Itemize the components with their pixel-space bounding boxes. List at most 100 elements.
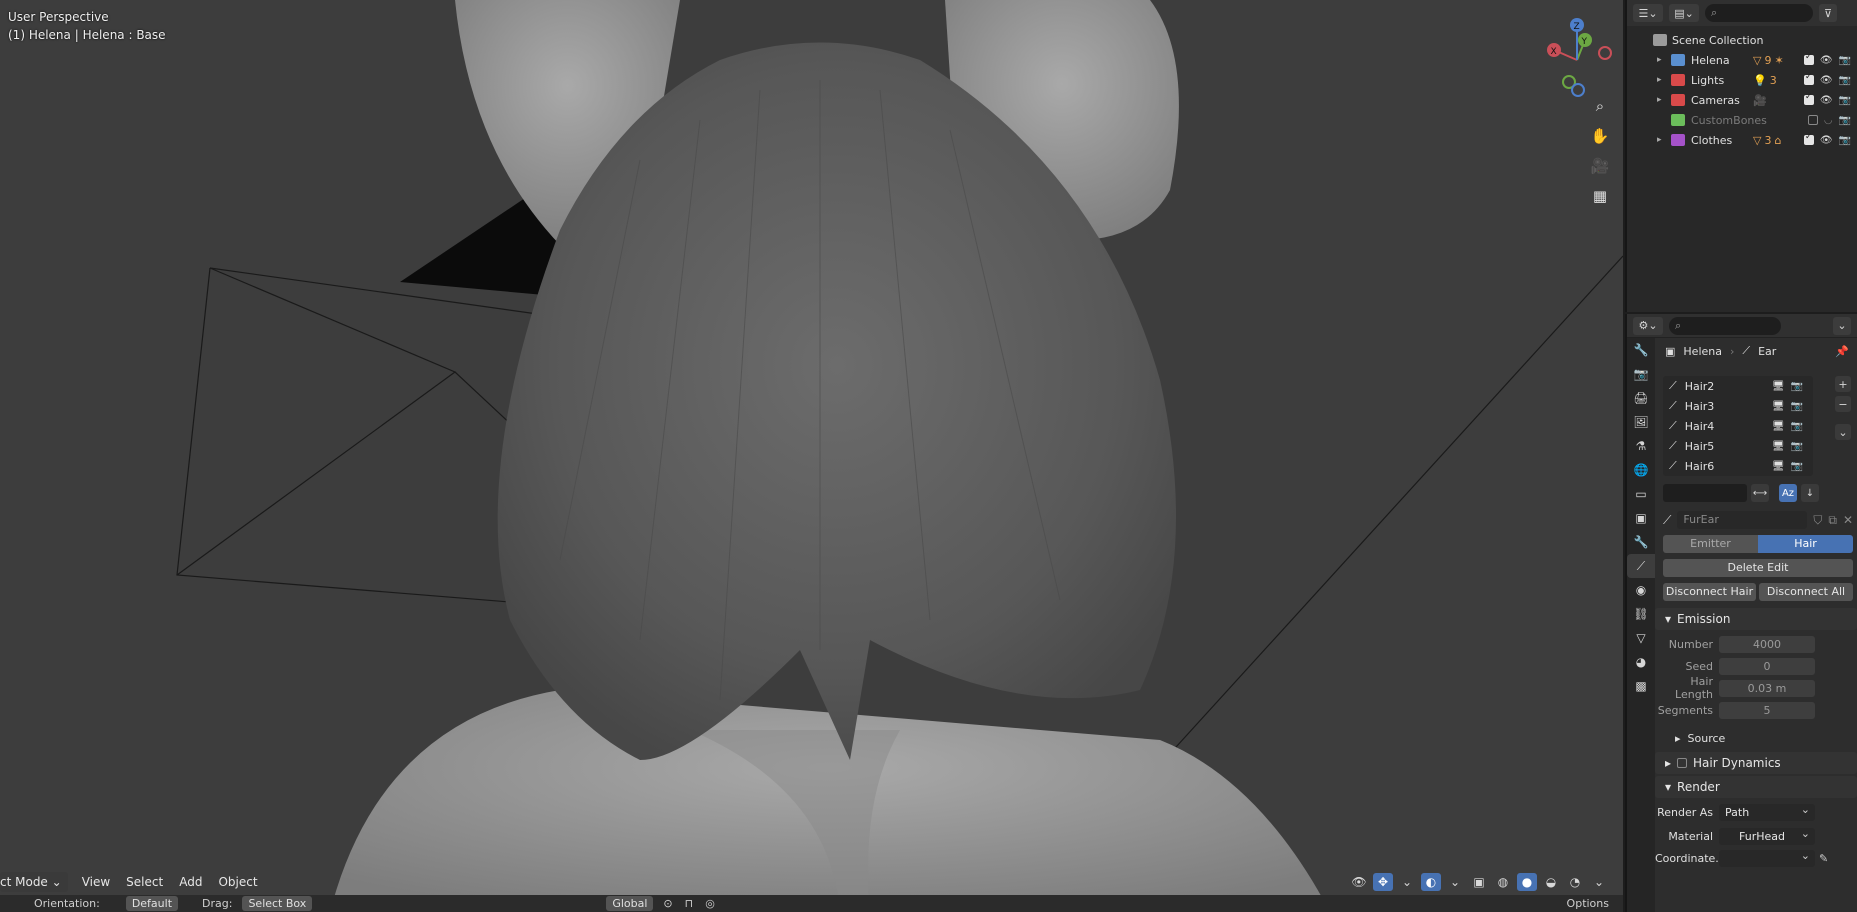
editor-type-dropdown[interactable]: ⚙⌄ xyxy=(1633,316,1663,335)
exclude-checkbox[interactable] xyxy=(1807,115,1818,125)
ortho-grid-icon[interactable]: ▦ xyxy=(1586,182,1614,210)
render-as-dropdown[interactable]: Path xyxy=(1719,801,1815,821)
menu-select[interactable]: Select xyxy=(118,872,171,892)
particle-systems-list[interactable]: ⟋ Hair2 🖥 📷 ⟋ Hair3 🖥 📷 ⟋ Hair4 🖥 📷 ⟋ Hair5 🖥 📷 ⟋ Hai… xyxy=(1663,376,1813,476)
world-tab-icon[interactable]: 🌐 xyxy=(1627,458,1655,482)
view-layer-tab-icon[interactable]: 🖼 xyxy=(1627,410,1655,434)
duplicate-icon[interactable]: ⧉ xyxy=(1828,513,1837,528)
chevron-down-icon[interactable]: ⌄ xyxy=(1589,873,1609,891)
particles-tab-icon[interactable]: ⟋ xyxy=(1627,554,1655,578)
chevron-down-icon[interactable]: ⌄ xyxy=(1835,424,1851,440)
scene-collection-row[interactable]: Scene Collection xyxy=(1627,30,1857,50)
list-item[interactable]: ⟋ Hair5 🖥 📷 xyxy=(1663,436,1813,456)
chevron-down-icon[interactable]: ⌄ xyxy=(1397,873,1417,891)
expand-arrow-icon[interactable]: ▸ xyxy=(1657,75,1662,85)
emission-panel-header[interactable]: ▾ Emission xyxy=(1655,608,1857,630)
hair-dynamics-panel-header[interactable]: ▸ Hair Dynamics xyxy=(1655,752,1857,774)
drag-dropdown[interactable]: Select Box xyxy=(242,896,313,911)
sort-alpha-icon[interactable]: Az xyxy=(1779,484,1797,502)
number-field[interactable]: 4000 xyxy=(1719,635,1815,653)
navigation-gizmo[interactable]: X Y Z xyxy=(1522,10,1612,100)
exclude-checkbox[interactable] xyxy=(1803,92,1814,105)
texture-tab-icon[interactable]: ▩ xyxy=(1627,674,1655,698)
delete-edit-button[interactable]: Delete Edit xyxy=(1663,559,1853,577)
chevron-down-icon[interactable]: ⌄ xyxy=(1833,316,1851,335)
fake-user-icon[interactable]: ⛉ xyxy=(1813,513,1822,528)
camera-icon[interactable]: 📷 xyxy=(1839,95,1851,106)
snap-icon[interactable]: ⊓ xyxy=(679,897,700,910)
list-item[interactable]: ⟋ Hair3 🖥 📷 xyxy=(1663,396,1813,416)
expand-arrow-icon[interactable]: ▸ xyxy=(1657,135,1662,145)
visibility-icon[interactable]: 👁 xyxy=(1349,873,1369,891)
list-item[interactable]: ⟋ Hair6 🖥 📷 xyxy=(1663,456,1813,476)
tool-tab-icon[interactable]: 🔧 xyxy=(1627,338,1655,362)
outliner-search-input[interactable]: ⌕ xyxy=(1705,4,1813,22)
camera-view-icon[interactable]: 🎥 xyxy=(1586,152,1614,180)
material-shading-icon[interactable]: ◒ xyxy=(1541,873,1561,891)
material-dropdown[interactable]: FurHead xyxy=(1719,825,1815,845)
output-tab-icon[interactable]: 🖨 xyxy=(1627,386,1655,410)
filter-icon[interactable]: ⊽ xyxy=(1819,4,1837,22)
expand-arrow-icon[interactable]: ▸ xyxy=(1657,55,1662,65)
menu-add[interactable]: Add xyxy=(171,872,210,892)
rendered-shading-icon[interactable]: ◔ xyxy=(1565,873,1585,891)
pivot-icon[interactable]: ⊙ xyxy=(657,897,678,910)
list-item[interactable]: ⟋ Hair4 🖥 📷 xyxy=(1663,416,1813,436)
exclude-checkbox[interactable] xyxy=(1803,72,1814,85)
hair-dynamics-checkbox[interactable] xyxy=(1677,758,1688,768)
xray-icon[interactable]: ▣ xyxy=(1469,873,1489,891)
wireframe-shading-icon[interactable]: ◍ xyxy=(1493,873,1513,891)
exclude-checkbox[interactable] xyxy=(1803,132,1814,145)
solid-shading-icon[interactable]: ● xyxy=(1517,873,1537,891)
scene-tab-icon[interactable]: ⚗ xyxy=(1627,434,1655,458)
disconnect-hair-button[interactable]: Disconnect Hair xyxy=(1663,583,1756,601)
pan-hand-icon[interactable]: ✋ xyxy=(1586,122,1614,150)
3d-viewport[interactable]: User Perspective (1) Helena | Helena : B… xyxy=(0,0,1623,912)
type-emitter-option[interactable]: Emitter xyxy=(1663,535,1758,553)
mode-dropdown[interactable]: ct Mode ⌄ xyxy=(0,872,68,892)
eyedropper-icon[interactable]: ✎ xyxy=(1819,852,1828,865)
properties-search-input[interactable]: ⌕ xyxy=(1669,316,1781,335)
outliner-row-custombones[interactable]: CustomBones ◡ 📷 xyxy=(1627,110,1857,130)
constraints-tab-icon[interactable]: ⛓ xyxy=(1627,602,1655,626)
chevron-down-icon[interactable]: ⌄ xyxy=(1445,873,1465,891)
seed-field[interactable]: 0 xyxy=(1719,657,1815,675)
transform-orientation-dropdown[interactable]: Global xyxy=(606,896,654,911)
hair-length-field[interactable]: 0.03 m xyxy=(1719,679,1815,697)
remove-icon[interactable]: − xyxy=(1835,396,1851,412)
particle-settings-field[interactable]: FurEar xyxy=(1677,511,1808,529)
outliner-row-lights[interactable]: ▸ Lights 💡3 👁 📷 xyxy=(1627,70,1857,90)
physics-tab-icon[interactable]: ◉ xyxy=(1627,578,1655,602)
options-dropdown[interactable]: Options xyxy=(1561,897,1615,910)
source-subpanel-header[interactable]: ▸ Source xyxy=(1655,728,1857,748)
pin-icon[interactable]: 📌 xyxy=(1835,345,1849,358)
eye-closed-icon[interactable]: ◡ xyxy=(1824,115,1833,126)
outliner-row-cameras[interactable]: ▸ Cameras 🎥 👁 📷 xyxy=(1627,90,1857,110)
segments-field[interactable]: 5 xyxy=(1719,701,1815,719)
camera-icon[interactable]: 📷 xyxy=(1839,135,1851,146)
data-tab-icon[interactable]: ▽ xyxy=(1627,626,1655,650)
proportional-edit-icon[interactable]: ◎ xyxy=(699,897,721,910)
sort-reverse-icon[interactable]: ↓ xyxy=(1801,484,1819,502)
swap-icon[interactable]: ⟷ xyxy=(1751,484,1769,502)
eye-icon[interactable]: 👁 xyxy=(1820,75,1833,86)
render-tab-icon[interactable]: 📷 xyxy=(1627,362,1655,386)
add-icon[interactable]: + xyxy=(1835,376,1851,392)
zoom-icon[interactable]: ⌕ xyxy=(1586,92,1614,120)
menu-object[interactable]: Object xyxy=(210,872,265,892)
camera-icon[interactable]: 📷 xyxy=(1839,75,1851,86)
collection-tab-icon[interactable]: ▭ xyxy=(1627,482,1655,506)
type-hair-option[interactable]: Hair xyxy=(1758,535,1853,553)
render-panel-header[interactable]: ▾ Render xyxy=(1655,776,1857,798)
editor-type-dropdown[interactable]: ☰⌄ xyxy=(1633,4,1663,22)
camera-icon[interactable]: 📷 xyxy=(1839,115,1851,126)
expand-arrow-icon[interactable]: ▸ xyxy=(1657,95,1662,105)
disconnect-all-button[interactable]: Disconnect All xyxy=(1759,583,1853,601)
overlay-toggle-icon[interactable]: ◐ xyxy=(1421,873,1441,891)
material-tab-icon[interactable]: ◕ xyxy=(1627,650,1655,674)
eye-icon[interactable]: 👁 xyxy=(1820,135,1833,146)
modifier-tab-icon[interactable]: 🔧 xyxy=(1627,530,1655,554)
display-mode-dropdown[interactable]: ▤⌄ xyxy=(1669,4,1699,22)
outliner-row-clothes[interactable]: ▸ Clothes ▽3⌂ 👁 📷 xyxy=(1627,130,1857,150)
list-filter-input[interactable] xyxy=(1663,484,1747,502)
